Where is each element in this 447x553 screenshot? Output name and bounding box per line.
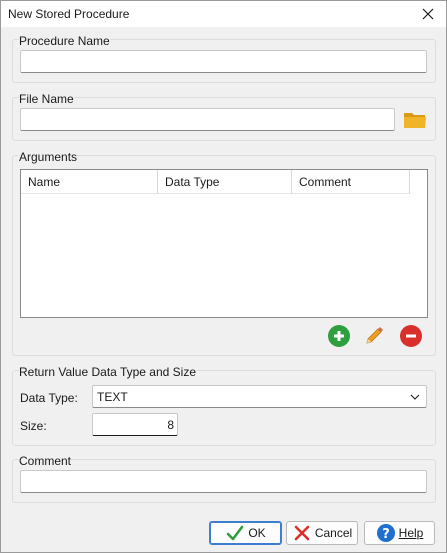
data-type-value: TEXT: [97, 390, 128, 404]
browse-folder-button[interactable]: [403, 109, 427, 131]
edit-argument-button[interactable]: [363, 325, 385, 347]
plus-icon: [334, 331, 344, 341]
size-input[interactable]: 8: [92, 413, 178, 436]
dialog-window: New Stored Procedure Procedure Name File…: [0, 0, 447, 553]
arguments-label: Arguments: [19, 150, 78, 164]
return-value-label: Return Value Data Type and Size: [19, 365, 196, 379]
help-icon: ?: [376, 524, 395, 542]
cancel-x-icon: [294, 525, 310, 541]
close-icon: [422, 8, 434, 20]
ok-button-label: OK: [248, 526, 266, 540]
size-value: 8: [167, 418, 174, 432]
return-value-group: [12, 370, 436, 446]
cancel-button-label: Cancel: [314, 526, 353, 540]
minus-icon: [406, 334, 416, 338]
arguments-table-header: Name Data Type Comment: [21, 170, 410, 194]
data-type-label: Data Type:: [20, 391, 78, 405]
procedure-name-input[interactable]: [20, 50, 427, 73]
folder-icon: [404, 113, 426, 128]
size-label: Size:: [20, 419, 47, 433]
column-header-name[interactable]: Name: [21, 170, 158, 194]
chevron-down-icon: [410, 394, 420, 400]
column-header-comment[interactable]: Comment: [292, 170, 410, 194]
remove-argument-button[interactable]: [400, 325, 422, 347]
file-name-input[interactable]: [20, 108, 395, 131]
column-header-data-type[interactable]: Data Type: [158, 170, 292, 194]
checkmark-icon: [227, 525, 244, 541]
comment-input[interactable]: [20, 470, 427, 493]
procedure-name-label: Procedure Name: [19, 34, 110, 48]
help-button[interactable]: ? Help: [364, 521, 435, 545]
title-bar: New Stored Procedure: [1, 1, 446, 27]
arguments-table[interactable]: Name Data Type Comment: [20, 169, 428, 318]
file-name-label: File Name: [19, 92, 74, 106]
add-argument-button[interactable]: [328, 325, 350, 347]
cancel-button[interactable]: Cancel: [286, 521, 358, 545]
ok-button[interactable]: OK: [209, 521, 282, 545]
data-type-select[interactable]: TEXT: [92, 385, 427, 408]
comment-label: Comment: [19, 454, 72, 468]
svg-text:?: ?: [382, 527, 390, 542]
window-title: New Stored Procedure: [8, 7, 130, 21]
close-button[interactable]: [410, 1, 446, 27]
pencil-icon: [366, 327, 383, 344]
help-button-label: Help: [398, 526, 424, 540]
